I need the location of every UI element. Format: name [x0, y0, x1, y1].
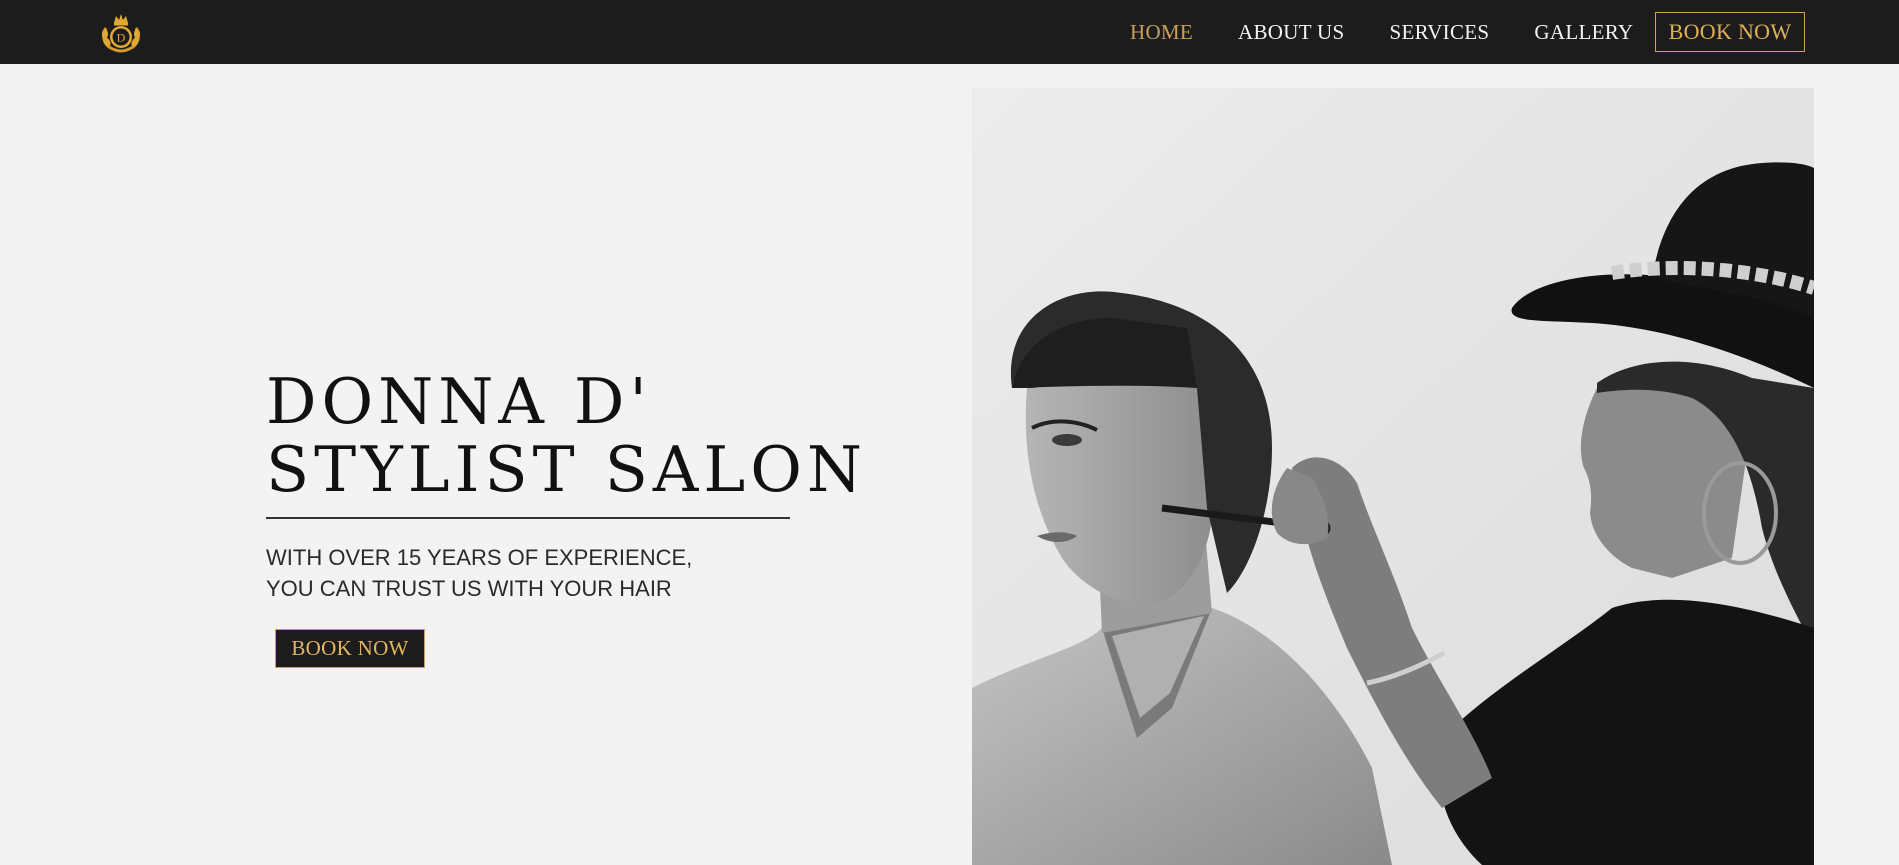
hero-title-line-1: DONNA D' [266, 365, 652, 438]
logo-icon[interactable]: D [96, 8, 146, 56]
hero-title-line-2: STYLIST SALON [266, 433, 867, 506]
nav-link-gallery[interactable]: GALLERY [1534, 20, 1633, 45]
nav-link-home[interactable]: HOME [1130, 20, 1193, 45]
nav-links: HOME ABOUT US SERVICES GALLERY [1130, 0, 1678, 64]
hero-photo [972, 88, 1814, 865]
nav-link-services[interactable]: SERVICES [1389, 20, 1489, 45]
nav-book-now-button[interactable]: BOOK NOW [1655, 12, 1805, 52]
svg-text:D: D [117, 31, 126, 45]
hero-subtitle-line-2: YOU CAN TRUST US WITH YOUR HAIR [266, 576, 672, 601]
hero-title: DONNA D' STYLIST SALON [266, 368, 867, 504]
hero-book-now-button[interactable]: BOOK NOW [275, 629, 425, 668]
top-nav: D HOME ABOUT US SERVICES GALLERY BOOK NO… [0, 0, 1899, 64]
hero-subtitle: WITH OVER 15 YEARS OF EXPERIENCE, YOU CA… [266, 542, 692, 604]
hero-subtitle-line-1: WITH OVER 15 YEARS OF EXPERIENCE, [266, 545, 693, 570]
hero-divider [266, 517, 790, 519]
nav-link-about-us[interactable]: ABOUT US [1238, 20, 1344, 45]
